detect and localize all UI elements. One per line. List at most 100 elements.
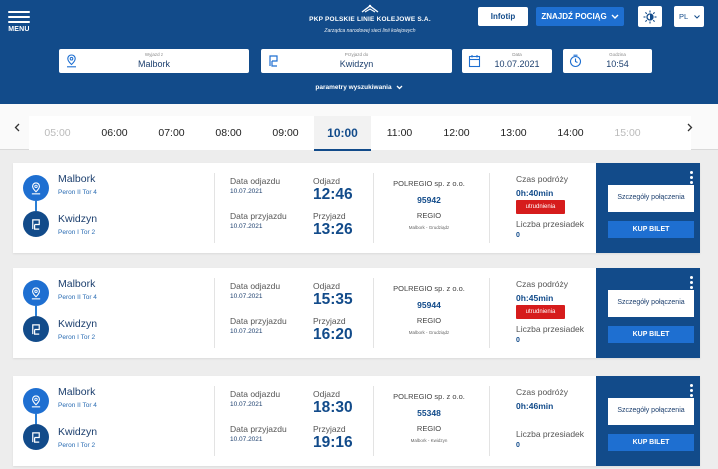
chevron-down-icon: [396, 85, 403, 90]
card-action-panel: Szczegóły połączenia KUP BILET: [596, 268, 700, 358]
departure-label: Odjazd: [313, 281, 340, 291]
disruption-badge[interactable]: utrudnienia: [516, 305, 565, 319]
arrival-platform: Peron I Tor 2: [58, 442, 96, 449]
departure-date: 10.07.2021: [230, 293, 263, 300]
search-parameters-toggle[interactable]: parametry wyszukiwania: [300, 84, 418, 91]
departure-station-marker: [23, 388, 49, 414]
arrival-date: 10.07.2021: [230, 436, 263, 443]
connection-details-button[interactable]: Szczegóły połączenia: [608, 290, 694, 317]
card-action-panel: Szczegóły połączenia KUP BILET: [596, 376, 700, 466]
departure-time: 12:46: [313, 186, 353, 203]
hour-option[interactable]: 13:00: [485, 116, 542, 149]
hour-option[interactable]: 08:00: [200, 116, 257, 149]
hour-option[interactable]: 10:00: [314, 116, 371, 151]
arrival-time: 16:20: [313, 326, 353, 343]
arrival-station-marker: [23, 424, 49, 450]
arrival-label: Przyjazd: [313, 211, 346, 221]
language-select[interactable]: PL: [674, 6, 704, 27]
departure-station-marker: [23, 280, 49, 306]
date-field[interactable]: Data 10.07.2021: [462, 49, 552, 73]
carrier-name: POLREGIO sp. z o.o.: [393, 392, 465, 401]
arrival-time: 19:16: [313, 434, 353, 451]
hour-option[interactable]: 07:00: [143, 116, 200, 149]
departure-date: 10.07.2021: [230, 188, 263, 195]
chevron-down-icon: [694, 14, 700, 19]
arrival-date-label: Data przyjazdu: [230, 316, 287, 326]
chevron-right-icon: [687, 123, 693, 131]
arrival-time: 13:26: [313, 221, 353, 238]
train-number: 55348: [417, 408, 441, 418]
divider: [489, 173, 490, 243]
date-label: Data: [512, 52, 522, 57]
departure-time: 15:35: [313, 291, 353, 308]
changes-label: Liczba przesiadek: [516, 429, 585, 439]
departure-platform: Peron II Tor 4: [58, 402, 97, 409]
train-route: Malbork - Grudziądz: [408, 225, 450, 230]
hour-option[interactable]: 11:00: [371, 116, 428, 149]
destination-flag-icon: [32, 323, 40, 335]
disruption-badge[interactable]: utrudnienia: [516, 200, 565, 214]
departure-date: 10.07.2021: [230, 401, 263, 408]
arrival-date: 10.07.2021: [230, 223, 263, 230]
contrast-toggle-button[interactable]: [638, 6, 662, 27]
pkp-logo-icon: [361, 4, 379, 14]
departure-date-label: Data odjazdu: [230, 281, 281, 291]
arrival-station-marker: [23, 316, 49, 342]
logo[interactable]: PKP POLSKIE LINIE KOLEJOWE S.A. Zarządca…: [300, 4, 440, 34]
departure-platform: Peron II Tor 4: [58, 294, 97, 301]
time-label: Godzina: [609, 52, 626, 57]
departure-station-name: Malbork: [58, 278, 96, 290]
from-station-field[interactable]: Wyjazd z Malbork: [59, 49, 249, 73]
route-connector-line: [35, 306, 37, 316]
arrival-date-label: Data przyjazdu: [230, 424, 287, 434]
menu-button[interactable]: MENU: [8, 8, 30, 33]
buy-ticket-button[interactable]: KUP BILET: [608, 221, 694, 238]
location-pin-icon: [31, 394, 41, 407]
changes-count: 0: [516, 442, 520, 449]
to-station-field[interactable]: Przyjazd do Kwidzyn: [261, 49, 452, 73]
logo-title: PKP POLSKIE LINIE KOLEJOWE S.A.: [309, 16, 431, 23]
previous-hours-button[interactable]: [12, 120, 22, 134]
train-number: 95942: [417, 195, 441, 205]
hour-option[interactable]: 09:00: [257, 116, 314, 149]
divider: [214, 278, 215, 348]
train-route: Malbork - Kwidzyn: [410, 438, 448, 443]
more-options-icon[interactable]: [690, 276, 693, 291]
carrier-name: POLREGIO sp. z o.o.: [393, 179, 465, 188]
departure-time: 18:30: [313, 399, 353, 416]
arrival-label: Przyjazd: [313, 424, 346, 434]
route-connector-line: [35, 414, 37, 424]
location-pin-icon: [31, 181, 41, 194]
connection-card[interactable]: Malbork Peron II Tor 4 Kwidzyn Peron I T…: [13, 268, 700, 358]
hour-option[interactable]: 14:00: [542, 116, 599, 149]
divider: [489, 278, 490, 348]
connection-details-button[interactable]: Szczegóły połączenia: [608, 185, 694, 212]
to-station-label: Przyjazd do: [344, 52, 369, 57]
hour-option[interactable]: 06:00: [86, 116, 143, 149]
to-station-value: Kwidzyn: [339, 59, 374, 69]
buy-ticket-button[interactable]: KUP BILET: [608, 434, 694, 451]
hour-option[interactable]: 15:00: [599, 116, 656, 149]
changes-count: 0: [516, 232, 520, 239]
next-hours-button[interactable]: [685, 120, 695, 134]
hour-option[interactable]: 12:00: [428, 116, 485, 149]
train-category: REGIO: [416, 424, 442, 433]
changes-label: Liczba przesiadek: [516, 219, 585, 229]
card-action-panel: Szczegóły połączenia KUP BILET: [596, 163, 700, 253]
more-options-icon[interactable]: [690, 384, 693, 399]
connection-card[interactable]: Malbork Peron II Tor 4 Kwidzyn Peron I T…: [13, 376, 700, 466]
hour-option[interactable]: 05:00: [29, 116, 86, 149]
connection-details-button[interactable]: Szczegóły połączenia: [608, 398, 694, 425]
departure-label: Odjazd: [313, 389, 340, 399]
divider: [214, 386, 215, 456]
infotip-button[interactable]: Infotip: [478, 7, 528, 26]
destination-flag-icon: [32, 218, 40, 230]
connection-card[interactable]: Malbork Peron II Tor 4 Kwidzyn Peron I T…: [13, 163, 700, 253]
hamburger-icon: [8, 11, 30, 23]
date-value: 10.07.2021: [494, 59, 540, 69]
more-options-icon[interactable]: [690, 171, 693, 186]
time-field[interactable]: Godzina 10:54: [563, 49, 652, 73]
buy-ticket-button[interactable]: KUP BILET: [608, 326, 694, 343]
train-category: REGIO: [416, 211, 442, 220]
find-train-button[interactable]: ZNAJDŹ POCIĄG: [536, 7, 624, 26]
